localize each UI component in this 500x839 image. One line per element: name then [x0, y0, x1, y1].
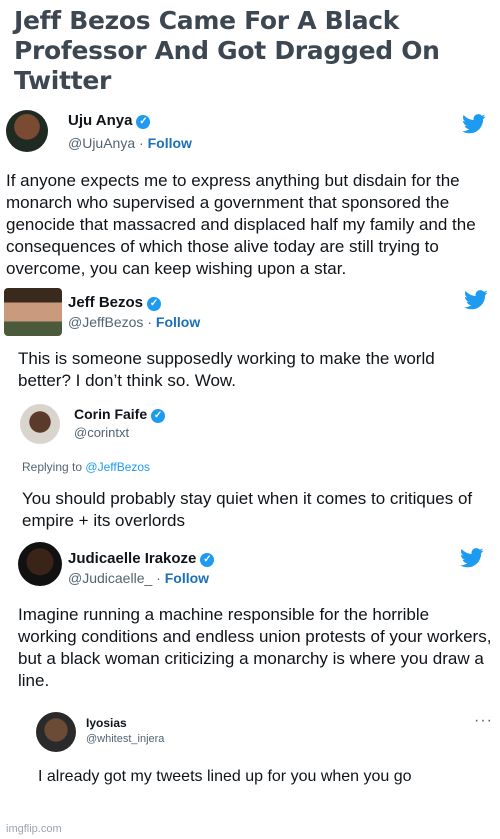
twitter-bird-icon — [464, 290, 488, 310]
avatar[interactable] — [20, 404, 60, 444]
tweet-text: I already got my tweets lined up for you… — [38, 768, 412, 785]
author-name[interactable]: Judicaelle Irakoze ✓ — [68, 550, 215, 567]
tweet-text: This is someone supposedly working to ma… — [18, 349, 435, 390]
tweet-card-jeff-bezos: Jeff Bezos ✓ @JeffBezos · Follow This is … — [0, 286, 498, 398]
author-handle-row: @Judicaelle_ · Follow — [68, 570, 210, 586]
author-name[interactable]: Corin Faife ✓ — [74, 406, 166, 423]
follow-button[interactable]: Follow — [148, 135, 192, 151]
author-handle-row: @JeffBezos · Follow — [68, 314, 201, 330]
author-handle-row: @UjuAnya · Follow — [68, 135, 192, 151]
author-handle[interactable]: @Judicaelle_ — [68, 570, 152, 586]
author-name[interactable]: Iyosias — [86, 716, 127, 730]
watermark: imgflip.com — [6, 823, 62, 835]
author-name[interactable]: Uju Anya ✓ — [68, 112, 151, 129]
tweet-card-judicaelle-irakoze: Judicaelle Irakoze ✓ @Judicaelle_ · Follo… — [14, 538, 498, 694]
follow-button[interactable]: Follow — [165, 570, 209, 586]
tweet-card-uju-anya: Uju Anya ✓ @UjuAnya · Follow If anyone ex… — [0, 104, 498, 286]
author-handle[interactable]: @corintxt — [74, 425, 129, 440]
author-name[interactable]: Jeff Bezos ✓ — [68, 294, 162, 311]
twitter-bird-icon — [462, 114, 486, 134]
tweet-text: If anyone expects me to express anything… — [6, 171, 476, 278]
follow-button[interactable]: Follow — [156, 314, 200, 330]
tweet-card-iyosias: Iyosias @whitest_injera ··· I already go… — [26, 700, 498, 800]
author-handle[interactable]: @UjuAnya — [68, 135, 135, 151]
verified-badge-icon: ✓ — [136, 115, 151, 129]
avatar[interactable] — [36, 712, 76, 752]
author-handle[interactable]: @whitest_injera — [86, 733, 164, 745]
replying-to: Replying to @JeffBezos — [22, 460, 151, 474]
avatar[interactable] — [18, 542, 62, 586]
tweet-card-corin-faife: Corin Faife ✓ @corintxt Replying to @Jeff… — [14, 398, 498, 538]
avatar[interactable] — [6, 110, 48, 152]
verified-badge-icon: ✓ — [147, 297, 162, 311]
avatar[interactable] — [4, 288, 62, 336]
verified-badge-icon: ✓ — [151, 409, 166, 423]
more-options-icon[interactable]: ··· — [474, 712, 493, 730]
author-handle[interactable]: @JeffBezos — [68, 314, 143, 330]
verified-badge-icon: ✓ — [200, 553, 215, 567]
tweet-text: Imagine running a machine responsible fo… — [18, 605, 492, 690]
twitter-bird-icon — [460, 548, 484, 568]
headline: Jeff Bezos Came For A Black Professor An… — [14, 6, 440, 95]
reply-to-link[interactable]: @JeffBezos — [85, 460, 150, 474]
tweet-text: You should probably stay quiet when it c… — [22, 489, 473, 530]
